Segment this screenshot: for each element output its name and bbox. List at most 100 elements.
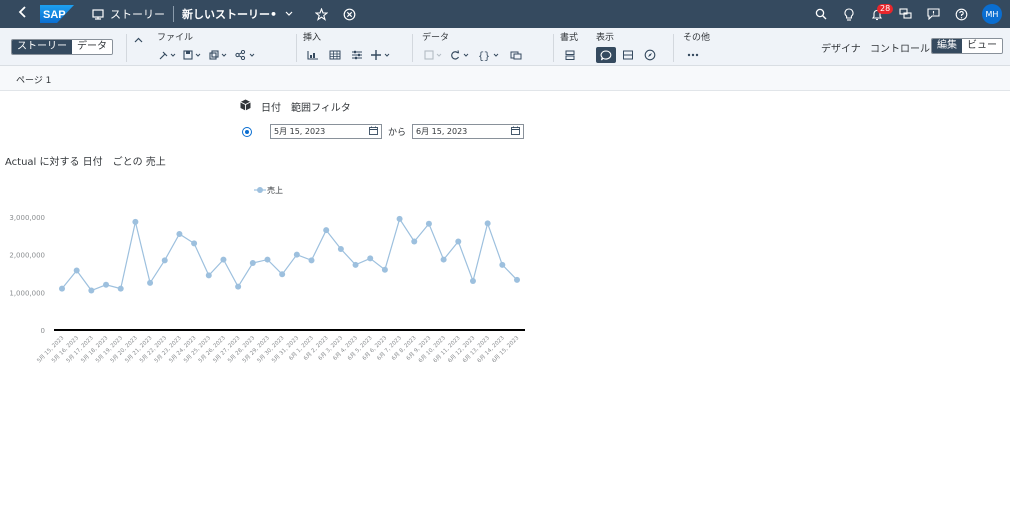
data-point[interactable]: [499, 261, 506, 268]
from-date-value: 5月 15, 2023: [274, 127, 326, 136]
story-canvas: 日付 範囲フィルタ 5月 15, 2023 から 6月 15, 2023 Act…: [0, 91, 1010, 531]
y-axis: 0 1,000,000 2,000,000 3,000,000: [9, 214, 45, 335]
data-point[interactable]: [279, 271, 286, 278]
insert-add-button[interactable]: [369, 47, 395, 63]
data-point[interactable]: [455, 238, 462, 245]
data-point[interactable]: [191, 240, 198, 247]
lightbulb-icon[interactable]: [836, 2, 862, 26]
tab-page-1[interactable]: ページ 1: [16, 73, 52, 93]
data-point[interactable]: [323, 227, 330, 234]
favorite-star-icon[interactable]: [309, 2, 333, 26]
data-point[interactable]: [132, 218, 139, 225]
close-circle-icon[interactable]: [337, 2, 361, 26]
y-tick-label: 3,000,000: [9, 214, 45, 222]
comments-toggle-button[interactable]: [596, 47, 616, 63]
help-icon[interactable]: [948, 2, 974, 26]
data-point[interactable]: [235, 283, 242, 290]
notification-badge: 28: [877, 4, 894, 14]
data-point[interactable]: [308, 257, 315, 264]
data-point[interactable]: [249, 259, 256, 266]
user-avatar[interactable]: MH: [982, 4, 1002, 24]
feedback-icon[interactable]: [920, 2, 946, 26]
tools-menu-button[interactable]: [157, 47, 179, 63]
story-label: ストーリー: [110, 8, 165, 21]
search-icon[interactable]: [808, 2, 834, 26]
insert-input-control-button[interactable]: [347, 47, 367, 63]
svg-text:SAP: SAP: [43, 9, 66, 21]
data-point[interactable]: [367, 255, 374, 262]
legend-label: 売上: [267, 185, 283, 195]
date-range-filter: 5月 15, 2023 から 6月 15, 2023: [242, 124, 525, 139]
data-point[interactable]: [293, 251, 300, 258]
data-group: データ {}: [422, 33, 526, 63]
svg-text:{}: {}: [478, 51, 490, 61]
data-point[interactable]: [73, 267, 80, 274]
refresh-button[interactable]: [448, 47, 474, 63]
range-radio-button[interactable]: [242, 126, 252, 137]
toolbar-divider: [553, 34, 554, 62]
copy-menu-button[interactable]: [207, 47, 231, 63]
formula-button[interactable]: {}: [476, 47, 504, 63]
data-point[interactable]: [103, 281, 110, 288]
data-point[interactable]: [396, 215, 403, 222]
linked-analysis-button[interactable]: [506, 47, 526, 63]
other-group-label: その他: [683, 33, 711, 43]
data-point[interactable]: [469, 278, 476, 285]
data-source-button[interactable]: [422, 47, 446, 63]
controls-button[interactable]: コントロール: [870, 40, 930, 55]
data-point[interactable]: [117, 285, 124, 292]
collapse-toolbar-button[interactable]: [128, 32, 148, 48]
series-line-sales: [61, 217, 518, 292]
y-tick-label: 0: [41, 327, 45, 335]
chevron-down-icon[interactable]: [277, 2, 301, 26]
data-point[interactable]: [425, 220, 432, 227]
display-group: 表示: [596, 33, 660, 63]
discussions-icon[interactable]: [892, 2, 918, 26]
data-point[interactable]: [484, 220, 491, 227]
designer-button[interactable]: デザイナ: [821, 40, 861, 55]
x-axis-labels: 5月 15, 20235月 16, 20235月 17, 20235月 18, …: [36, 334, 521, 364]
tab-data[interactable]: データ: [72, 40, 112, 54]
share-menu-button[interactable]: [233, 47, 259, 63]
format-styling-button[interactable]: [560, 47, 580, 63]
tab-story[interactable]: ストーリー: [12, 40, 72, 54]
data-point[interactable]: [147, 279, 154, 286]
chevron-left-icon: [18, 6, 26, 18]
sap-logo: SAP: [40, 5, 76, 23]
insert-table-button[interactable]: [325, 47, 345, 63]
grid-toggle-button[interactable]: [618, 47, 638, 63]
display-group-label: 表示: [596, 33, 615, 43]
data-point[interactable]: [220, 256, 227, 263]
story-title[interactable]: 新しいストーリー•: [182, 6, 277, 22]
from-date-field[interactable]: 5月 15, 2023: [270, 124, 382, 139]
data-point[interactable]: [176, 230, 183, 237]
data-point[interactable]: [205, 272, 212, 279]
calendar-icon[interactable]: [369, 126, 378, 137]
sales-line-chart[interactable]: 売上 0 1,000,000 2,000,000 3,000,000 5月 15, 2…: [0, 179, 540, 469]
toolbar-divider: [126, 34, 127, 62]
chart-legend: 売上: [254, 185, 283, 195]
data-point[interactable]: [337, 246, 344, 253]
data-point[interactable]: [440, 256, 447, 263]
back-button[interactable]: [12, 6, 34, 22]
data-point[interactable]: [381, 266, 388, 273]
to-date-field[interactable]: 6月 15, 2023: [412, 124, 525, 139]
filter-title: 日付: [261, 103, 281, 114]
toolbar-divider: [296, 34, 297, 62]
data-point[interactable]: [59, 285, 65, 292]
data-point[interactable]: [411, 238, 418, 245]
data-point[interactable]: [352, 261, 359, 268]
cube-icon: [240, 99, 251, 114]
data-point[interactable]: [161, 257, 168, 264]
data-point[interactable]: [88, 287, 95, 294]
data-point[interactable]: [514, 276, 520, 283]
notifications-bell-icon[interactable]: 28: [864, 2, 894, 26]
insert-chart-button[interactable]: [303, 47, 323, 63]
save-menu-button[interactable]: [181, 47, 205, 63]
more-options-icon[interactable]: [683, 47, 703, 63]
compass-icon[interactable]: [640, 47, 660, 63]
calendar-icon[interactable]: [511, 126, 520, 137]
data-point[interactable]: [264, 256, 271, 263]
edit-mode-button[interactable]: 編集: [932, 39, 962, 53]
view-mode-button[interactable]: ビュー: [962, 39, 1002, 53]
